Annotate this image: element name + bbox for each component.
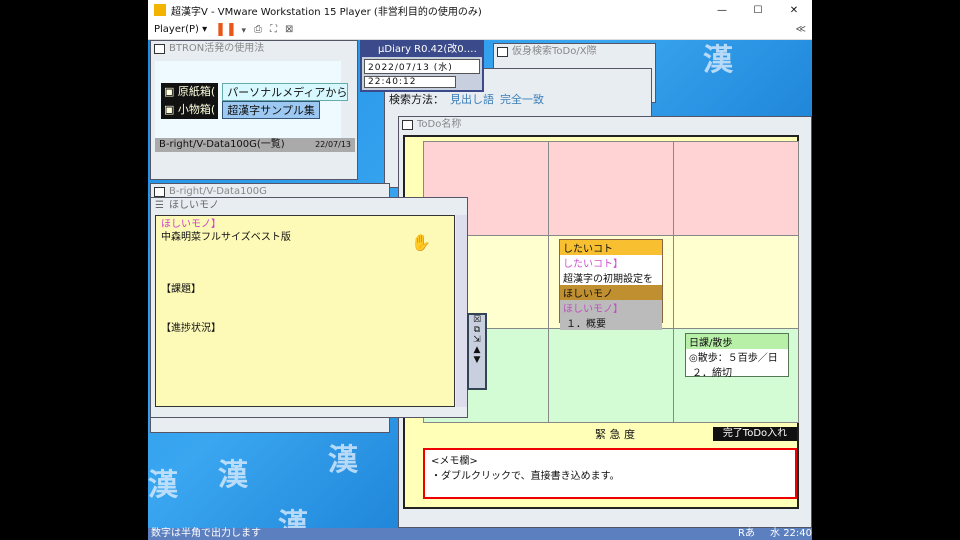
vertical-scrollbar[interactable] [456, 215, 467, 407]
vmware-window: 超漢字V - VMware Workstation 15 Player (非営利… [148, 0, 812, 540]
urgency-axis-label: 緊 急 度 [595, 428, 635, 441]
btron-desktop: 漢漢 漢漢 漢漢 漢 BTRON活発の使用法 ▣ 原紙箱( パーソナルメディアか… [148, 40, 812, 528]
send-ctrl-alt-del-icon[interactable]: ⎙ [254, 24, 262, 35]
search-method-label: 検索方法： [389, 93, 444, 106]
doc-section: 【課題】 [161, 284, 201, 295]
doc-heading: ほしいモノ】 [161, 219, 221, 230]
card-header: したいコト [560, 240, 662, 255]
document-body[interactable]: ほしいモノ】 中森明菜フルサイズベスト版 【課題】 【進捗状況】 ✋ [155, 215, 455, 407]
unity-icon[interactable]: ⊠ [285, 24, 293, 35]
todo-card[interactable]: 日課/散歩 ◎散歩：５百歩／日 ２．締切 [685, 333, 789, 379]
card-text: １．概要 [560, 315, 662, 330]
grid-cell[interactable] [548, 328, 674, 423]
grid-cell[interactable] [673, 141, 799, 236]
scroll-down-icon[interactable]: ▼ [474, 355, 481, 365]
app-icon [154, 4, 166, 16]
card-text: ほしいモノ】 [560, 300, 662, 315]
link-name: B-right/V-Data100G(一覧) [159, 139, 285, 150]
grid-cell[interactable] [548, 141, 674, 236]
folder-label: 原紙箱( [177, 85, 216, 98]
window-title: ToDo名称 [417, 119, 462, 130]
link-date: 22/07/13 [315, 140, 351, 149]
copy-icon[interactable]: ⧉ [474, 325, 480, 335]
vmware-titlebar: 超漢字V - VMware Workstation 15 Player (非営利… [148, 0, 812, 20]
player-menu-label: Player(P) [154, 24, 199, 35]
card-text: 超漢字の初期設定を [563, 274, 653, 285]
window-title: 超漢字V - VMware Workstation 15 Player (非営利… [171, 6, 482, 18]
window-icon [154, 44, 165, 54]
window-titlebar[interactable]: 仮身検索ToDo/X際 [494, 44, 655, 60]
card-text: したいコト】 [563, 259, 623, 270]
search-option-exact[interactable]: 完全一致 [500, 91, 544, 107]
memo-title: <メモ欄> [431, 456, 478, 467]
window-title: ほしいモノ [169, 200, 219, 211]
status-bar: 数字は半角で出力します Rあ 水 22:40 [148, 528, 812, 540]
folder-item[interactable]: ▣ 小物箱( 超漢字サンプル集 [161, 101, 320, 119]
card-text: ２．締切 [692, 368, 732, 379]
memo-box[interactable]: <メモ欄> ・ダブルクリックで、直接書き込めます。 [423, 448, 797, 499]
diary-window: μDiary R0.42(改0.… 2022/07/13 (水) 22:40:1… [360, 40, 484, 92]
card-text: ◎散歩：５百歩／日 [689, 353, 778, 364]
folder-label: 小物箱( [177, 103, 216, 116]
window-title: B-right/V-Data100G [169, 186, 267, 197]
doc-text: 中森明菜フルサイズベスト版 [161, 232, 291, 243]
search-option-headword[interactable]: 見出し語 [450, 91, 494, 107]
diary-time: 22:40:12 [364, 76, 456, 88]
clock-day: 水 [770, 528, 780, 539]
window-titlebar[interactable]: ToDo名称 [399, 117, 811, 133]
ime-indicator[interactable]: Rあ [738, 528, 755, 540]
grid-cell[interactable] [673, 234, 799, 330]
diary-date: 2022/07/13 (水) [364, 59, 480, 74]
window-titlebar[interactable]: BTRON活発の使用法 [151, 41, 357, 57]
scroll-up-icon[interactable]: ▲ [474, 345, 481, 355]
folder-item[interactable]: ▣ 原紙箱( パーソナルメディアからの [161, 83, 349, 101]
todo-card[interactable]: したいコト したいコト】 超漢字の初期設定を ほしいモノ ほしいモノ】 １．概要 [559, 239, 663, 330]
clock: 水 22:40 [770, 528, 812, 540]
memo-text: ・ダブルクリックで、直接書き込めます。 [431, 471, 620, 482]
player-menu[interactable]: Player(P) ▾ [154, 24, 207, 35]
hand-cursor-icon: ✋ [411, 233, 431, 252]
pause-icon[interactable]: ❚❚ ▾ [215, 22, 246, 37]
fullscreen-icon[interactable]: ⛶ [270, 24, 277, 35]
tool-palette: ☒ ⧉ ⇲ ▲ ▼ [467, 313, 487, 390]
doc-section: 【進捗状況】 [161, 323, 221, 334]
clock-time: 22:40 [783, 528, 813, 539]
window-title: BTRON活発の使用法 [169, 43, 265, 54]
window-titlebar[interactable]: μDiary R0.42(改0.… [362, 42, 482, 57]
folder-value: 超漢字サンプル集 [222, 101, 320, 119]
resize-icon[interactable]: ⇲ [473, 335, 481, 345]
close-button[interactable]: ✕ [776, 5, 812, 16]
window-titlebar[interactable]: ☰ ほしいモノ [151, 198, 467, 214]
btron-usage-window: BTRON活発の使用法 ▣ 原紙箱( パーソナルメディアからの ▣ 小物箱( 超… [150, 40, 358, 180]
bright-data-link[interactable]: B-right/V-Data100G(一覧) 22/07/13 [155, 138, 355, 152]
window-title: μDiary R0.42(改0.… [378, 44, 477, 55]
document-icon: ☰ [155, 200, 164, 211]
window-title: 仮身検索ToDo/X際 [512, 46, 597, 57]
status-message: 数字は半角で出力します [151, 528, 261, 539]
close-icon[interactable]: ☒ [473, 315, 481, 325]
collapse-toolbar-button[interactable]: ≪ [796, 24, 812, 35]
folder-value: パーソナルメディアからの [222, 83, 349, 101]
card-header: ほしいモノ [560, 285, 662, 300]
done-todo-button[interactable]: 完了ToDo入れ [713, 427, 797, 441]
card-header: 日課/散歩 [686, 334, 788, 349]
maximize-button[interactable]: ☐ [740, 5, 776, 16]
minimize-button[interactable]: — [704, 5, 740, 16]
hoshii-mono-window: ☰ ほしいモノ ほしいモノ】 中森明菜フルサイズベスト版 【課題】 【進捗状況】 … [150, 197, 468, 418]
vmware-toolbar: Player(P) ▾ ❚❚ ▾ ⎙ ⛶ ⊠ ≪ [148, 20, 812, 40]
